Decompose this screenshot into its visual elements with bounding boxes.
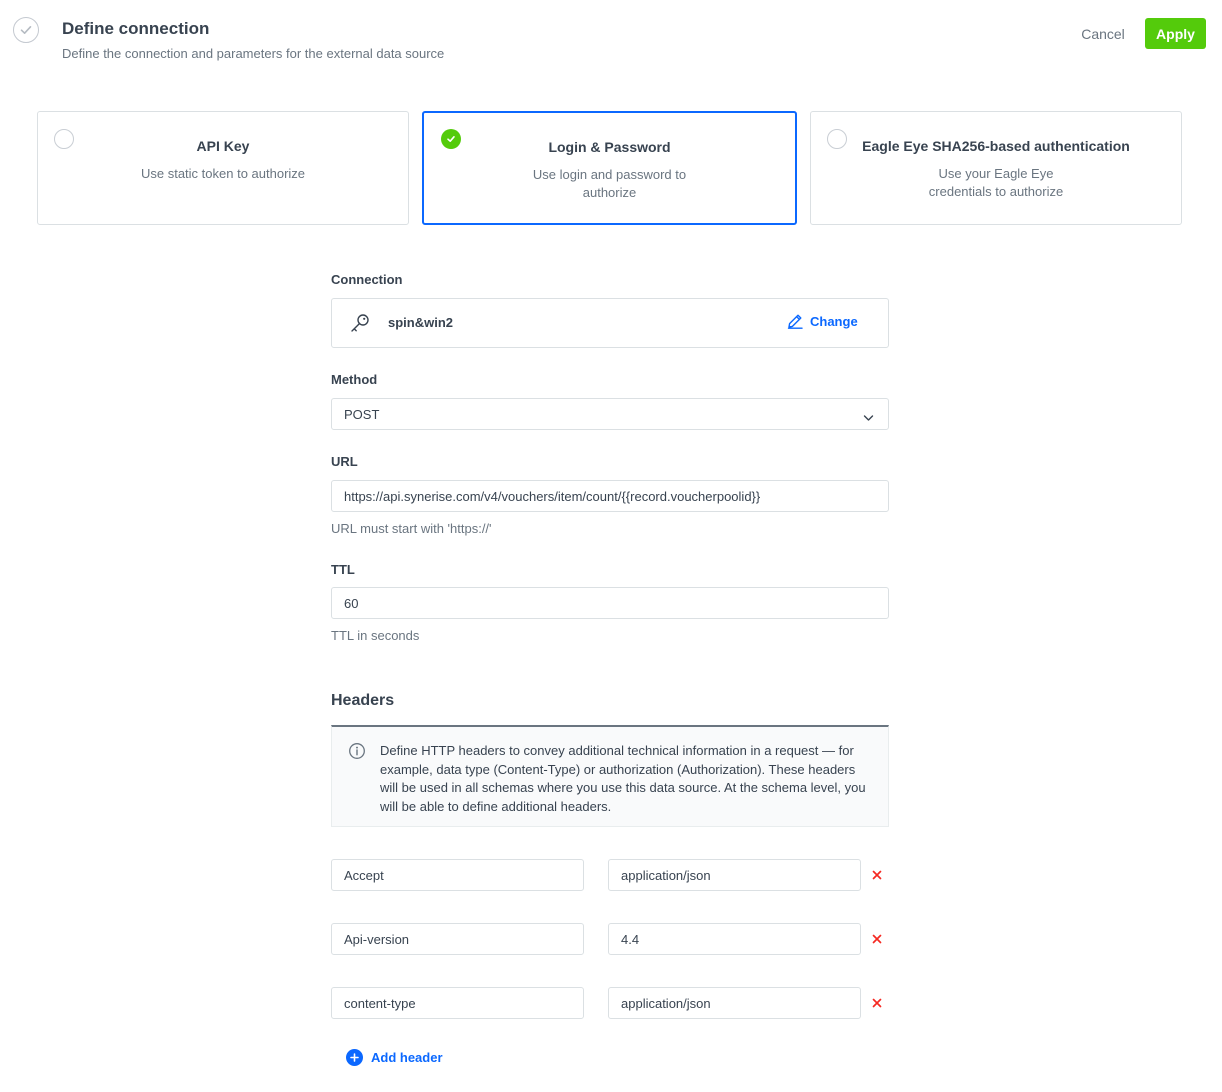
- auth-option-login-password[interactable]: Login & Password Use login and password …: [422, 111, 797, 225]
- headers-info-text: Define HTTP headers to convey additional…: [380, 743, 866, 814]
- auth-option-title: Eagle Eye SHA256-based authentication: [862, 138, 1130, 154]
- check-circle-icon: [13, 17, 39, 43]
- plus-icon: [346, 1049, 363, 1066]
- remove-header-button[interactable]: [870, 932, 884, 946]
- connection-label: Connection: [331, 272, 403, 287]
- header-key-input[interactable]: [331, 987, 584, 1019]
- ttl-input[interactable]: [331, 587, 889, 619]
- method-label: Method: [331, 372, 378, 387]
- header-value-input[interactable]: [608, 923, 861, 955]
- auth-option-description: Use static token to authorize: [140, 166, 306, 181]
- header-value-input[interactable]: [608, 987, 861, 1019]
- change-label: Change: [810, 313, 858, 329]
- close-icon: [872, 870, 882, 880]
- chevron-down-icon: [863, 409, 874, 427]
- ttl-hint: TTL in seconds: [331, 628, 420, 643]
- header-key-input[interactable]: [331, 923, 584, 955]
- close-icon: [872, 934, 882, 944]
- auth-option-api-key[interactable]: API Key Use static token to authorize: [37, 111, 409, 225]
- auth-option-title: API Key: [196, 138, 250, 154]
- add-header-label: Add header: [371, 1050, 443, 1065]
- method-value: POST: [344, 407, 380, 422]
- add-header-button[interactable]: Add header: [346, 1049, 443, 1066]
- page-subtitle: Define the connection and parameters for…: [62, 46, 445, 61]
- method-select[interactable]: POST: [331, 398, 889, 430]
- ttl-label: TTL: [331, 562, 355, 577]
- auth-option-title: Login & Password: [548, 139, 671, 155]
- auth-option-description: Use login and password to authorize: [532, 167, 687, 200]
- close-icon: [872, 998, 882, 1008]
- cancel-button[interactable]: Cancel: [1072, 19, 1134, 49]
- info-icon: [348, 742, 366, 765]
- headers-info-box: Define HTTP headers to convey additional…: [331, 725, 889, 827]
- connection-name: spin&win2: [388, 315, 454, 330]
- url-input[interactable]: [331, 480, 889, 512]
- page-title: Define connection: [62, 19, 210, 38]
- remove-header-button[interactable]: [870, 868, 884, 882]
- apply-button[interactable]: Apply: [1145, 18, 1206, 49]
- key-icon: [349, 313, 371, 338]
- auth-option-description: Use your Eagle Eye credentials to author…: [928, 166, 1064, 199]
- headers-title: Headers: [331, 692, 395, 709]
- header-value-input[interactable]: [608, 859, 861, 891]
- change-connection-button[interactable]: Change: [786, 312, 858, 330]
- auth-option-eagle-eye[interactable]: Eagle Eye SHA256-based authentication Us…: [810, 111, 1182, 225]
- connection-box: spin&win2 Change: [331, 298, 889, 348]
- header-key-input[interactable]: [331, 859, 584, 891]
- url-hint: URL must start with 'https://': [331, 521, 492, 536]
- remove-header-button[interactable]: [870, 996, 884, 1010]
- url-label: URL: [331, 454, 358, 469]
- pencil-icon: [787, 314, 803, 329]
